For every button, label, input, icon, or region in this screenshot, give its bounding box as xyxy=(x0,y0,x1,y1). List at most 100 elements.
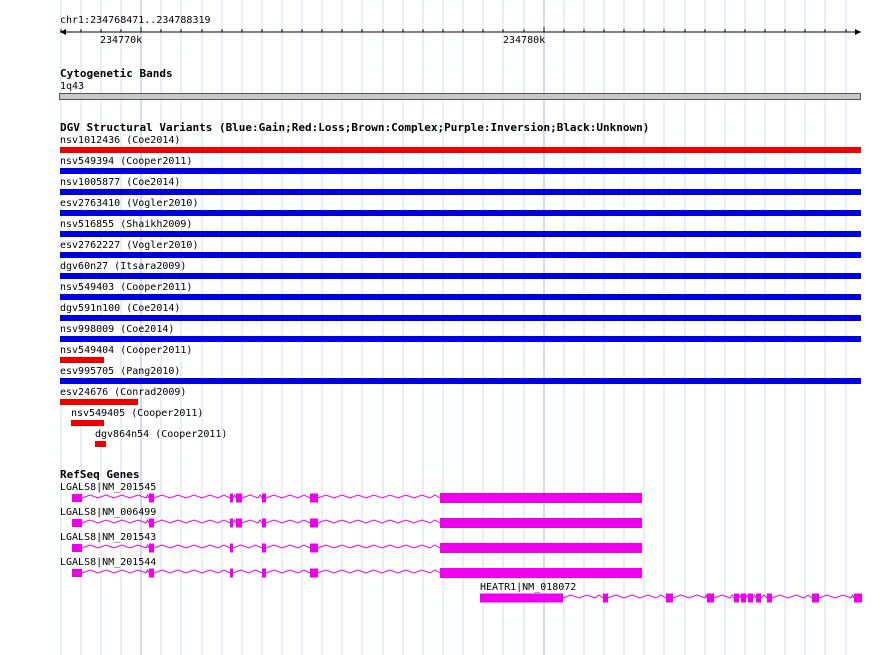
intron-line xyxy=(317,494,441,499)
intron-line xyxy=(232,518,237,524)
exon-block xyxy=(72,519,82,527)
exon-block xyxy=(149,518,154,528)
exon-block xyxy=(262,568,266,578)
intron-line xyxy=(81,493,150,499)
exon-block xyxy=(603,593,608,603)
variant-label: nsv516855 (Shaikh2009) xyxy=(60,219,193,230)
exon-block xyxy=(666,593,673,603)
variant-label: dgv591n100 (Coe2014) xyxy=(60,303,181,314)
variant-label: esv2762227 (Vogler2010) xyxy=(60,240,199,251)
intron-line xyxy=(562,594,604,599)
intron-line xyxy=(317,519,441,524)
variant-label: esv24676 (Conrad2009) xyxy=(60,387,187,398)
variant-label: dgv60n27 (Itsara2009) xyxy=(60,261,187,272)
gene-label: LGALS8|NM_006499 xyxy=(60,507,157,518)
gene-label: LGALS8|NM_201543 xyxy=(60,532,157,543)
intron-line xyxy=(241,494,263,499)
exon-block xyxy=(310,518,318,528)
intron-line xyxy=(672,593,708,599)
refseq-gene-models[interactable] xyxy=(0,480,890,610)
exon-block xyxy=(310,493,318,503)
variant-bar[interactable] xyxy=(60,294,861,300)
intron-line xyxy=(81,543,150,549)
variant-bar[interactable] xyxy=(60,231,861,237)
intron-line xyxy=(153,544,231,549)
intron-line xyxy=(607,594,667,599)
variant-bar[interactable] xyxy=(71,420,104,426)
variant-bar[interactable] xyxy=(60,273,861,279)
exon-block xyxy=(440,518,642,528)
exon-block xyxy=(230,493,233,503)
variant-bar[interactable] xyxy=(60,147,861,153)
intron-line xyxy=(232,569,263,574)
exon-block xyxy=(149,568,154,578)
exon-block xyxy=(236,518,242,528)
exon-block xyxy=(748,593,753,603)
variant-bar[interactable] xyxy=(60,189,861,195)
intron-line xyxy=(760,594,768,599)
ruler-tick-label-1: 234770k xyxy=(100,35,143,46)
variant-label: esv995705 (Pang2010) xyxy=(60,366,181,377)
variant-label: nsv1012436 (Coe2014) xyxy=(60,135,181,146)
variant-label: esv2763410 (Vogler2010) xyxy=(60,198,199,209)
intron-line xyxy=(153,569,231,574)
exon-block xyxy=(440,543,642,553)
gene-label: LGALS8|NM_201544 xyxy=(60,557,157,568)
intron-line xyxy=(81,568,150,574)
intron-line xyxy=(232,544,263,549)
cytoband-label: 1q43 xyxy=(60,81,85,92)
variant-bar[interactable] xyxy=(60,168,861,174)
variant-label: nsv549405 (Cooper2011) xyxy=(71,408,204,419)
intron-line xyxy=(738,593,742,599)
exon-block xyxy=(741,593,746,603)
variant-label: nsv549394 (Cooper2011) xyxy=(60,156,193,167)
exon-block xyxy=(812,593,819,603)
exon-block xyxy=(310,543,318,553)
intron-line xyxy=(745,593,749,599)
intron-line xyxy=(771,594,813,599)
variant-label: nsv549403 (Cooper2011) xyxy=(60,282,193,293)
exon-block xyxy=(72,494,82,502)
intron-line xyxy=(232,493,237,499)
variant-bar[interactable] xyxy=(60,378,861,384)
exon-block xyxy=(236,493,242,503)
exon-block xyxy=(310,568,318,578)
gene-label: HEATR1|NM_018072 xyxy=(480,582,577,593)
refseq-track-title: RefSeq Genes xyxy=(60,468,140,481)
cytobands-track-title: Cytogenetic Bands xyxy=(60,67,173,80)
variant-bar[interactable] xyxy=(60,315,861,321)
cytoband-bar[interactable] xyxy=(59,93,861,100)
exon-block xyxy=(230,543,233,553)
exon-block xyxy=(149,543,154,553)
variant-bar[interactable] xyxy=(60,357,104,363)
intron-line xyxy=(317,569,441,574)
exon-block xyxy=(767,593,772,603)
intron-line xyxy=(317,544,441,549)
variant-bar[interactable] xyxy=(60,399,138,405)
exon-block xyxy=(149,493,154,503)
variant-label: dgv864n54 (Cooper2011) xyxy=(95,429,228,440)
variant-bar[interactable] xyxy=(60,336,861,342)
exon-block xyxy=(262,493,266,503)
variant-label: nsv549404 (Cooper2011) xyxy=(60,345,193,356)
intron-line xyxy=(265,569,311,574)
exon-block xyxy=(230,518,233,528)
exon-block xyxy=(707,593,714,603)
exon-block xyxy=(440,568,642,578)
ruler-tick-label-2: 234780k xyxy=(503,35,546,46)
intron-line xyxy=(153,519,231,524)
intron-line xyxy=(713,594,735,599)
exon-block xyxy=(262,518,266,528)
variant-label: nsv998009 (Coe2014) xyxy=(60,324,175,335)
intron-line xyxy=(752,593,757,599)
variant-bar[interactable] xyxy=(95,441,106,447)
exon-block xyxy=(72,569,82,577)
variant-bar[interactable] xyxy=(60,210,861,216)
intron-line xyxy=(153,494,231,499)
intron-line xyxy=(265,494,311,499)
variant-bar[interactable] xyxy=(60,252,861,258)
exon-block xyxy=(734,593,739,603)
exon-block xyxy=(72,544,82,552)
exon-block xyxy=(854,593,862,603)
intron-line xyxy=(265,519,311,524)
